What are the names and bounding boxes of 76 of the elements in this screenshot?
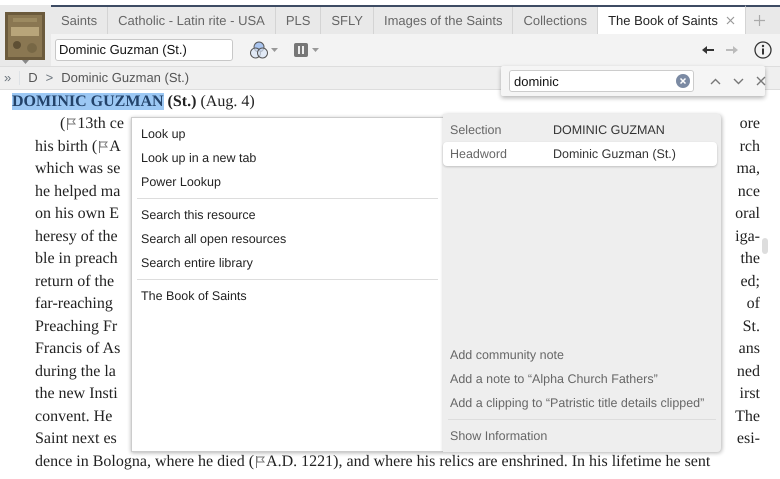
entry-heading: DOMINIC GUZMAN [12, 93, 164, 110]
body-text: convent. He [35, 406, 112, 426]
entry-date: (Aug. 4) [200, 93, 255, 110]
body-text: iga- [735, 226, 760, 246]
body-text: St. [742, 316, 760, 336]
close-icon[interactable] [726, 16, 735, 25]
breadcrumb-separator: > [46, 69, 54, 88]
body-text: return of the [35, 272, 114, 292]
field-value: DOMINIC GUZMAN [553, 122, 665, 139]
body-text: ned [736, 362, 760, 382]
venn-diagram-icon[interactable] [249, 41, 269, 59]
action-link[interactable]: Add a clipping to “Patristic title details clipped” [443, 391, 712, 415]
menu-item[interactable]: Look up in a new tab [132, 146, 443, 170]
scrollbar-thumb[interactable] [762, 238, 768, 254]
panel-layout-icon[interactable] [294, 43, 308, 57]
show-information-button[interactable]: Show Information [443, 424, 554, 448]
body-text: A.D. 1221), and where his relics are enshrined. In his lifetime he sent [266, 452, 710, 472]
menu-item[interactable]: Search all open resources [132, 227, 443, 251]
body-text: A [109, 136, 121, 156]
body-text: Saint next es [35, 429, 117, 449]
action-link[interactable]: Add a note to “Alpha Church Fathers” [443, 367, 665, 391]
body-text: ma, [736, 159, 760, 179]
body-text: rch [740, 136, 760, 156]
body-text: the [740, 249, 760, 269]
field-label: Headword [449, 146, 508, 163]
info-row[interactable]: Headword Dominic Guzman (St.) [443, 142, 717, 166]
down-chevron-icon[interactable] [733, 78, 744, 84]
field-label: Selection [449, 122, 502, 139]
body-text: 13th ce [77, 114, 124, 134]
action-link[interactable]: Add community note [443, 343, 571, 367]
menu-item[interactable]: Search this resource [132, 203, 443, 227]
body-text: irst [740, 384, 760, 404]
caret-icon[interactable] [271, 48, 278, 52]
body-text: ans [738, 339, 760, 359]
body-text: ble in preach [35, 249, 118, 269]
body-text: The [735, 406, 760, 426]
body-text: Preaching Fr [35, 316, 118, 336]
menu-item[interactable]: Look up [132, 122, 443, 146]
expand-button[interactable]: » [4, 68, 12, 88]
back-arrow-icon[interactable] [702, 45, 714, 55]
body-text: he helped ma [35, 182, 120, 202]
find-field[interactable]: dominic [509, 70, 694, 92]
body-text: of [746, 294, 760, 314]
body-text: Francis of As [35, 339, 120, 359]
menu-item[interactable]: Search entire library [132, 251, 443, 275]
caret-icon[interactable] [312, 48, 319, 52]
flag-icon[interactable] [98, 140, 108, 153]
menu-item[interactable]: The Book of Saints [132, 284, 443, 308]
info-row[interactable]: Selection DOMINIC GUZMAN [443, 118, 717, 142]
body-text: ore [740, 114, 760, 134]
flag-icon[interactable] [66, 118, 76, 130]
body-text: on his own E [35, 204, 119, 224]
entry-title: (St.) [168, 93, 196, 110]
body-text: the new Insti [35, 384, 118, 404]
info-icon[interactable] [754, 41, 772, 59]
menu-item[interactable]: Power Lookup [132, 170, 443, 194]
body-text: ed; [740, 272, 760, 292]
body-text: heresy of the [35, 226, 118, 246]
close-icon[interactable] [756, 76, 766, 86]
reference-field[interactable]: Dominic Guzman (St.) [55, 39, 233, 61]
breadcrumb-item[interactable]: Dominic Guzman (St.) [61, 68, 190, 88]
up-chevron-icon[interactable] [710, 78, 721, 84]
body-text: nce [738, 182, 760, 202]
body-text: his birth ( [35, 136, 98, 156]
body-text: which was se [35, 159, 120, 179]
body-text: esi- [736, 429, 760, 449]
body-text: oral [735, 204, 760, 224]
breadcrumb-item[interactable]: D [28, 68, 38, 88]
body-text: ( [60, 114, 66, 134]
clear-icon[interactable] [676, 74, 690, 88]
field-value: Dominic Guzman (St.) [553, 146, 676, 163]
body-text: far-reaching [35, 294, 113, 314]
body-text: dence in Bologna, where he died ( [35, 452, 254, 472]
flag-icon[interactable] [255, 456, 266, 468]
tab[interactable]: The Book of Saints [598, 5, 746, 34]
body-text: during the la [35, 362, 116, 382]
